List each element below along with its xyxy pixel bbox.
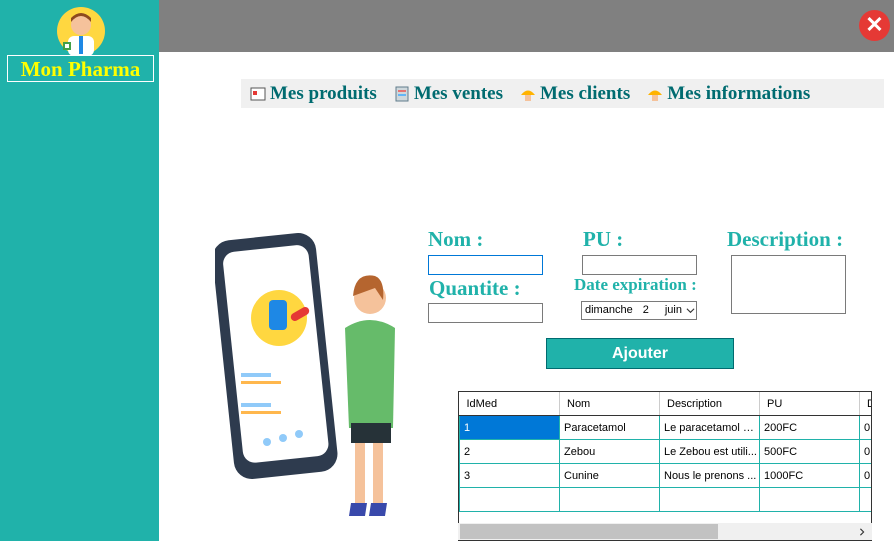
pharmacist-illustration — [215, 233, 395, 516]
table-header-row: IdMed Nom Description PU D — [459, 392, 871, 416]
table-cell[interactable]: Le paracetamol e... — [659, 415, 760, 440]
close-button[interactable]: ✕ — [859, 10, 890, 41]
menu-item-produits[interactable]: Mes produits — [250, 83, 377, 105]
pu-input[interactable] — [582, 255, 697, 275]
chevron-right-icon[interactable] — [858, 528, 866, 536]
date-num: 2 — [642, 304, 649, 316]
description-input[interactable] — [731, 255, 846, 314]
column-header-pu[interactable]: PU — [759, 392, 860, 416]
menu-item-informations[interactable]: Mes informations — [647, 83, 810, 105]
table-cell[interactable] — [659, 487, 760, 512]
menu-label: Mes ventes — [413, 82, 503, 104]
date-day: dimanche — [585, 304, 633, 316]
pharmacist-logo-icon — [57, 7, 105, 56]
table-cell[interactable]: 1 — [459, 415, 560, 440]
menu-label: Mes produits — [270, 82, 377, 104]
column-header-idmed[interactable]: IdMed — [459, 392, 560, 416]
table-cell[interactable] — [559, 487, 660, 512]
table-cell[interactable]: Cunine — [559, 463, 660, 488]
table-cell[interactable] — [759, 487, 860, 512]
sales-icon — [395, 86, 409, 101]
description-label: Description : — [727, 227, 844, 251]
table-cell[interactable]: 0 — [859, 439, 871, 464]
table-cell[interactable] — [859, 487, 871, 512]
table-row-new[interactable] — [459, 487, 871, 512]
info-icon — [648, 90, 663, 101]
medicines-table: IdMed Nom Description PU D 1 Paracetamol… — [458, 391, 872, 541]
table-cell[interactable]: Le Zebou est utili... — [659, 439, 760, 464]
column-header-nom[interactable]: Nom — [559, 392, 660, 416]
table-cell[interactable]: 0 — [859, 463, 871, 488]
quantite-input[interactable] — [428, 303, 543, 323]
table-cell[interactable]: 3 — [459, 463, 560, 488]
horizontal-scrollbar[interactable] — [458, 523, 872, 540]
table-row[interactable]: 3 Cunine Nous le prenons ... 1000FC 0 — [459, 463, 871, 488]
chevron-down-icon — [686, 308, 695, 314]
column-header-d[interactable]: D — [859, 392, 871, 416]
table-cell[interactable]: Paracetamol — [559, 415, 660, 440]
scrollbar-thumb[interactable] — [460, 524, 718, 539]
pu-label: PU : — [583, 227, 624, 251]
date-expiration-picker[interactable]: dimanche 2 juin — [581, 301, 697, 320]
menu-item-clients[interactable]: Mes clients — [520, 83, 630, 105]
table-cell[interactable]: 200FC — [759, 415, 860, 440]
clients-icon — [520, 90, 535, 101]
table-cell[interactable]: 1000FC — [759, 463, 860, 488]
sidebar: Mon Pharma — [0, 0, 159, 541]
brand-title: Mon Pharma — [7, 55, 154, 82]
table-cell[interactable]: 0 — [859, 415, 871, 440]
column-header-description[interactable]: Description — [659, 392, 760, 416]
menu-item-ventes[interactable]: Mes ventes — [394, 83, 503, 105]
date-month: juin — [664, 304, 682, 316]
table-cell[interactable] — [459, 487, 560, 512]
menu-label: Mes informations — [667, 82, 811, 104]
menu-label: Mes clients — [539, 82, 631, 104]
ajouter-button[interactable]: Ajouter — [546, 338, 734, 369]
products-icon — [250, 87, 266, 100]
table-cell[interactable]: Zebou — [559, 439, 660, 464]
nom-input[interactable] — [428, 255, 543, 275]
table-cell[interactable]: 2 — [459, 439, 560, 464]
table-cell[interactable]: 500FC — [759, 439, 860, 464]
title-bar — [159, 0, 894, 52]
quantite-label: Quantite : — [429, 276, 521, 300]
date-expiration-label: Date expiration : — [574, 275, 697, 294]
table-cell[interactable]: Nous le prenons ... — [659, 463, 760, 488]
nom-label: Nom : — [428, 227, 484, 251]
main-menu: Mes produits Mes ventes Mes clients Mes … — [241, 79, 884, 108]
table-row[interactable]: 1 Paracetamol Le paracetamol e... 200FC … — [459, 415, 871, 440]
table-row[interactable]: 2 Zebou Le Zebou est utili... 500FC 0 — [459, 439, 871, 464]
